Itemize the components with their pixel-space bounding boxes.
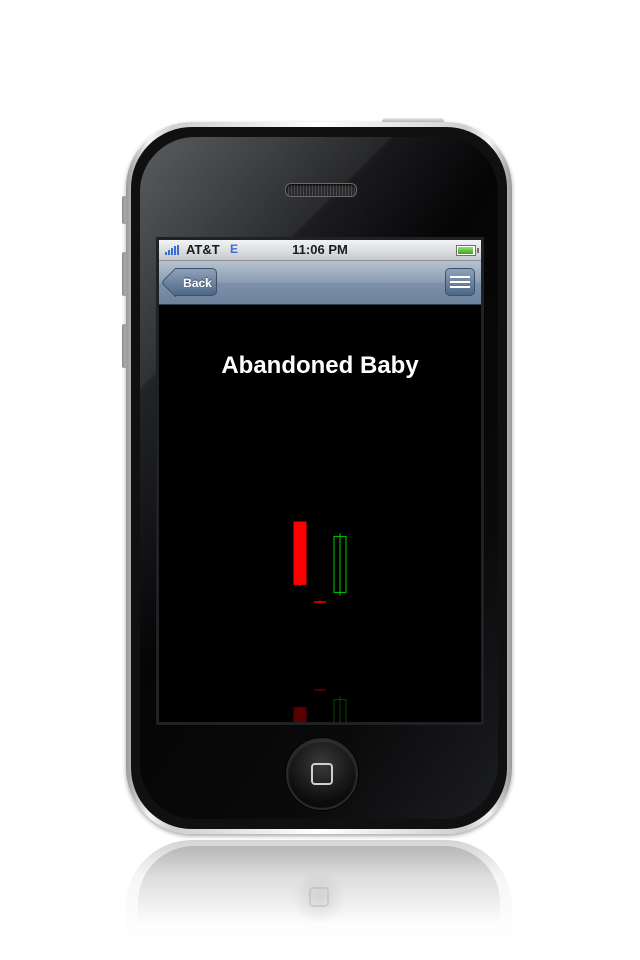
candlestick-chart — [293, 521, 347, 722]
home-square-icon — [311, 763, 333, 785]
pattern-title: Abandoned Baby — [221, 352, 419, 379]
status-bar: AT&T E 11:06 PM — [159, 240, 481, 261]
status-time: 11:06 PM — [292, 242, 348, 257]
home-button[interactable] — [286, 738, 358, 810]
list-menu-button[interactable] — [445, 268, 475, 296]
candle-body-1 — [293, 521, 307, 585]
candle-body-1-reflection — [293, 707, 307, 722]
navigation-bar: Back — [159, 261, 481, 305]
earpiece-speaker — [285, 183, 357, 197]
phone-screen: AT&T E 11:06 PM Back Abandoned Baby — [156, 237, 484, 725]
phone-reflection — [126, 840, 512, 960]
back-button[interactable]: Back — [175, 268, 217, 296]
battery-icon — [456, 245, 479, 256]
battery-level — [458, 247, 473, 254]
